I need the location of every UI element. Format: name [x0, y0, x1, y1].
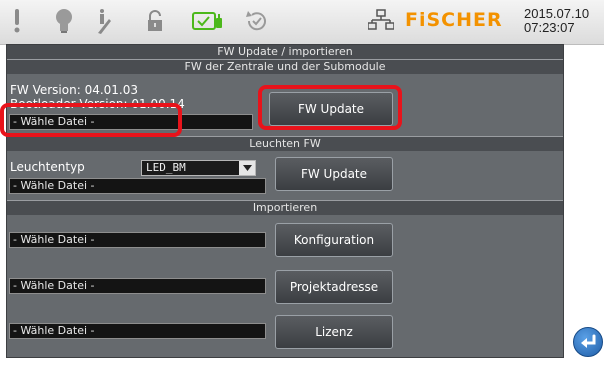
section-header-fw: FW der Zentrale und der Submodule [7, 60, 563, 74]
battery-icon[interactable] [190, 6, 226, 36]
leuchtentyp-select[interactable]: LED_BM [141, 160, 256, 176]
highlight-fw-file-field [0, 103, 182, 137]
date-text: 2015.07.10 [524, 6, 590, 21]
time-text: 07:23:07 [524, 20, 575, 35]
highlight-fw-update-button [258, 85, 402, 130]
screen: FiSCHER 2015.07.10 07:23:07 FW Update / … [0, 0, 604, 369]
chevron-down-icon[interactable] [239, 161, 255, 175]
leuchtentyp-label: Leuchtentyp [10, 160, 85, 174]
status-bar: FiSCHER 2015.07.10 07:23:07 [0, 0, 604, 45]
lizenz-file-field[interactable]: - Wähle Datei - [9, 323, 266, 339]
datetime: 2015.07.10 07:23:07 [524, 7, 589, 35]
leuchten-fw-update-button[interactable]: FW Update [275, 157, 393, 191]
konfiguration-button[interactable]: Konfiguration [275, 223, 393, 257]
back-button[interactable] [573, 327, 603, 357]
return-arrow-icon [581, 334, 596, 348]
projektadresse-file-field[interactable]: - Wähle Datei - [9, 278, 266, 294]
network-icon[interactable] [367, 6, 395, 36]
bulb-icon[interactable] [50, 6, 78, 36]
section-header-import: Importieren [7, 201, 563, 215]
leuchten-file-field[interactable]: - Wähle Datei - [9, 178, 266, 194]
refresh-icon[interactable] [243, 6, 271, 36]
alert-icon[interactable] [8, 6, 26, 36]
brand-logo: FiSCHER [405, 9, 503, 31]
section-header-leuchten: Leuchten FW [7, 137, 563, 151]
page-title: FW Update / importieren [7, 45, 563, 59]
konfiguration-file-field[interactable]: - Wähle Datei - [9, 232, 266, 248]
fw-version-label: FW Version: 04.01.03 [10, 83, 139, 97]
hand-icon[interactable] [90, 6, 118, 36]
leuchtentyp-value: LED_BM [146, 161, 186, 174]
lizenz-button[interactable]: Lizenz [275, 315, 393, 349]
lock-icon[interactable] [143, 6, 167, 36]
projektadresse-button[interactable]: Projektadresse [275, 270, 393, 304]
